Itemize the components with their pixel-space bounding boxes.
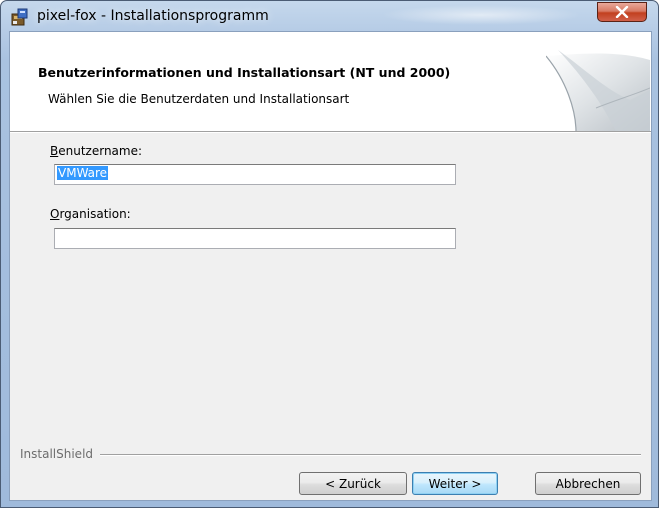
footer-divider xyxy=(100,454,641,456)
cancel-button[interactable]: Abbrechen xyxy=(535,472,641,495)
header-subtitle: Wählen Sie die Benutzerdaten und Install… xyxy=(48,92,350,106)
username-input[interactable]: VMWare xyxy=(54,164,456,185)
title-bar-glow xyxy=(381,5,581,25)
username-selected-value: VMWare xyxy=(57,166,109,180)
organisation-input[interactable] xyxy=(54,228,456,249)
window-title: pixel-fox - Installationsprogramm xyxy=(37,8,269,24)
organisation-label: Organisation: xyxy=(50,207,131,221)
title-bar[interactable]: pixel-fox - Installationsprogramm xyxy=(1,1,659,31)
page-curl-graphic xyxy=(546,50,650,132)
dialog-header: Benutzerinformationen und Installationsa… xyxy=(10,32,651,132)
installshield-brand: InstallShield xyxy=(20,447,94,461)
back-button[interactable]: < Zurück xyxy=(299,472,407,495)
installer-app-icon xyxy=(11,8,28,26)
header-title: Benutzerinformationen und Installationsa… xyxy=(38,65,451,80)
next-button[interactable]: Weiter > xyxy=(412,472,498,495)
installer-window: pixel-fox - Installationsprogramm Benutz… xyxy=(0,0,659,508)
dialog-client-area: Benutzerinformationen und Installationsa… xyxy=(9,31,652,501)
username-label: Benutzername: xyxy=(50,144,143,158)
close-icon xyxy=(615,6,629,18)
header-divider xyxy=(10,131,651,133)
close-button[interactable] xyxy=(597,2,647,22)
